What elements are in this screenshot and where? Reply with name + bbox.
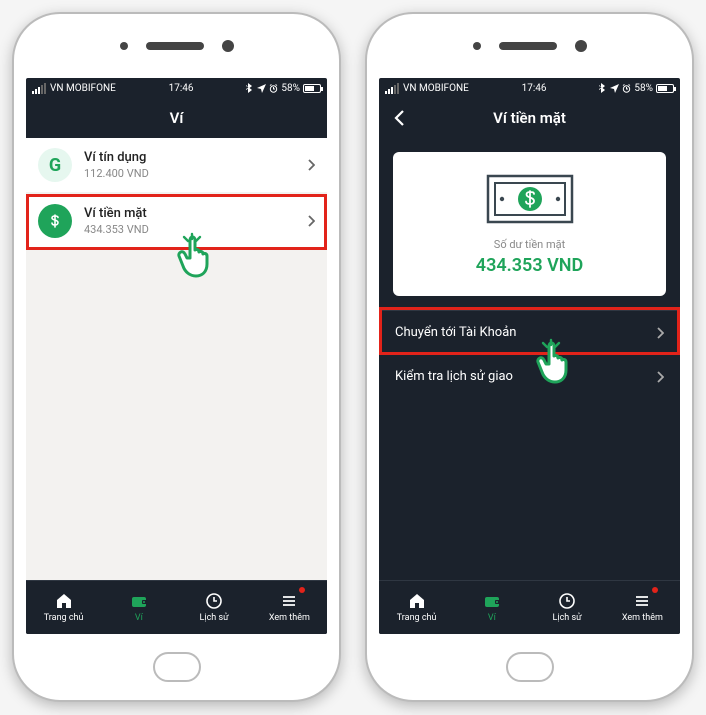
balance-amount: 434.353 VND [409, 255, 650, 276]
tab-history-label: Lịch sử [553, 613, 582, 623]
page-title: Ví tiền mặt [493, 109, 566, 127]
tab-home[interactable]: Trang chủ [26, 581, 101, 634]
nav-bar: Ví [26, 98, 327, 138]
wallet-icon [130, 592, 148, 610]
tab-history[interactable]: Lịch sử [530, 581, 605, 634]
home-button[interactable] [153, 652, 201, 682]
battery-icon [656, 84, 674, 93]
screen-wallet-list: VN MOBIFONE 17:46 58% Ví [26, 78, 327, 634]
action-transfer[interactable]: Chuyển tới Tài Khoản [379, 310, 680, 354]
wallet-cash-amount: 434.353 VND [84, 223, 295, 236]
cash-wallet-content: Số dư tiền mặt 434.353 VND Chuyển tới Tà… [379, 138, 680, 580]
menu-icon [280, 592, 298, 610]
carrier-label: VN MOBIFONE [50, 83, 116, 94]
signal-icon [32, 83, 46, 94]
tab-more-label: Xem thêm [622, 613, 663, 623]
status-time: 17:46 [522, 83, 547, 94]
status-time: 17:46 [169, 83, 194, 94]
action-transfer-label: Chuyển tới Tài Khoản [395, 325, 516, 340]
wallet-icon [483, 592, 501, 610]
tab-history[interactable]: Lịch sử [177, 581, 252, 634]
carrier-label: VN MOBIFONE [403, 83, 469, 94]
tab-more[interactable]: Xem thêm [605, 581, 680, 634]
battery-pct: 58% [281, 83, 300, 94]
bluetooth-icon [599, 83, 607, 93]
status-bar: VN MOBIFONE 17:46 58% [26, 78, 327, 98]
home-icon [55, 592, 73, 610]
bluetooth-icon [246, 83, 254, 93]
tab-bar: Trang chủ Ví Lịch sử Xem thêm [379, 580, 680, 634]
alarm-icon [269, 84, 278, 93]
wallet-row-credit[interactable]: G Ví tín dụng 112.400 VND [26, 138, 327, 192]
page-title: Ví [170, 109, 184, 127]
wallet-credit-title: Ví tín dụng [84, 150, 295, 165]
tab-more[interactable]: Xem thêm [252, 581, 327, 634]
tab-wallet[interactable]: Ví [454, 581, 529, 634]
tab-history-label: Lịch sử [200, 613, 229, 623]
tab-home-label: Trang chủ [397, 613, 437, 623]
balance-label: Số dư tiền mặt [409, 238, 650, 251]
cash-bill-icon [409, 172, 650, 226]
tab-more-label: Xem thêm [269, 613, 310, 623]
menu-icon [633, 592, 651, 610]
phone-left: VN MOBIFONE 17:46 58% Ví [12, 12, 341, 702]
notification-dot-icon [299, 587, 305, 593]
screen-cash-wallet: VN MOBIFONE 17:46 58% Ví tiền [379, 78, 680, 634]
chevron-right-icon [307, 159, 315, 171]
wallet-list-content: G Ví tín dụng 112.400 VND Ví tiền mặt 43… [26, 138, 327, 580]
chevron-right-icon [656, 327, 664, 339]
phone-right: VN MOBIFONE 17:46 58% Ví tiền [365, 12, 694, 702]
chevron-right-icon [307, 215, 315, 227]
action-history[interactable]: Kiểm tra lịch sử giao [379, 354, 680, 398]
back-button[interactable] [387, 106, 411, 130]
clock-icon [205, 592, 223, 610]
tab-wallet-label: Ví [135, 613, 143, 623]
location-icon [257, 84, 266, 93]
tab-wallet-label: Ví [488, 613, 496, 623]
notification-dot-icon [652, 587, 658, 593]
alarm-icon [622, 84, 631, 93]
tab-home[interactable]: Trang chủ [379, 581, 454, 634]
nav-bar: Ví tiền mặt [379, 98, 680, 138]
clock-icon [558, 592, 576, 610]
signal-icon [385, 83, 399, 94]
battery-pct: 58% [634, 83, 653, 94]
wallet-row-cash[interactable]: Ví tiền mặt 434.353 VND [26, 194, 327, 248]
status-bar: VN MOBIFONE 17:46 58% [379, 78, 680, 98]
action-history-label: Kiểm tra lịch sử giao [395, 369, 513, 384]
phone-speaker-area [14, 14, 339, 78]
location-icon [610, 84, 619, 93]
home-button-area [367, 634, 692, 700]
g-letter-icon: G [38, 148, 72, 182]
tab-home-label: Trang chủ [44, 613, 84, 623]
tab-bar: Trang chủ Ví Lịch sử Xem thêm [26, 580, 327, 634]
home-button-area [14, 634, 339, 700]
home-icon [408, 592, 426, 610]
tab-wallet[interactable]: Ví [101, 581, 176, 634]
battery-icon [303, 84, 321, 93]
phone-speaker-area [367, 14, 692, 78]
wallet-cash-title: Ví tiền mặt [84, 206, 295, 221]
wallet-credit-amount: 112.400 VND [84, 167, 295, 180]
chevron-right-icon [656, 371, 664, 383]
balance-card: Số dư tiền mặt 434.353 VND [393, 152, 666, 296]
dollar-icon [38, 204, 72, 238]
home-button[interactable] [506, 652, 554, 682]
